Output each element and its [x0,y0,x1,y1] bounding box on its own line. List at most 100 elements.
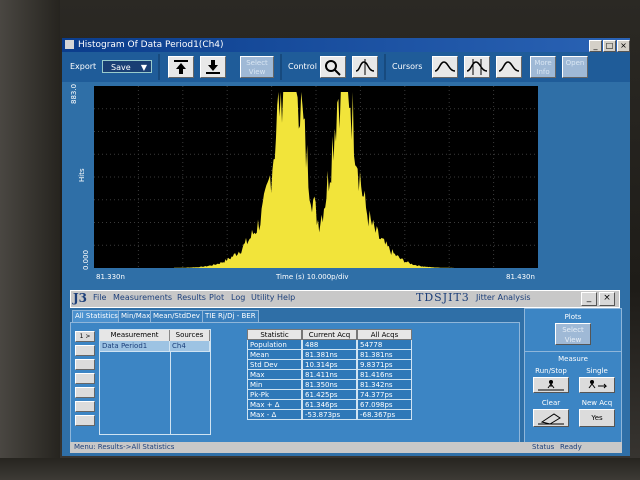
statistics-table: Statistic Current Acq All Acqs Populatio… [247,329,412,433]
cursor-waveform-button[interactable] [432,56,458,78]
run-icon [538,380,564,391]
row-select-button[interactable] [75,359,95,370]
results-panel: All Statistics Min/Max Mean/StdDev TIE R… [70,308,520,450]
close-button[interactable]: × [617,40,630,52]
panel-divider [525,351,621,352]
new-acq-button[interactable]: Yes [579,409,615,427]
control-label: Control [288,62,317,71]
menu-file[interactable]: File [93,293,106,302]
histogram-svg: 883.0 Hits 0.000 81.330n Time (s) 10.000… [70,84,538,281]
open-button[interactable]: Open [562,56,588,78]
all-acqs-cell: 67.098ps [357,400,412,410]
menu-utility[interactable]: Utility [251,293,275,302]
status-label: Status [532,443,555,451]
tab-tie-rjdj-ber[interactable]: TIE Rj/Dj - BER [202,310,259,322]
save-dropdown-label: Save [111,63,131,72]
arrow-down-icon [206,60,220,74]
save-dropdown[interactable]: Save ▼ [102,60,152,73]
toolbar-divider [158,54,160,80]
statistic-name-cell: Max - Δ [247,410,302,420]
tab-mean-stddev[interactable]: Mean/StdDev [150,310,203,322]
row-select-button[interactable] [75,401,95,412]
measurement-header: Measurement [100,330,170,341]
menu-help[interactable]: Help [277,293,295,302]
more-info-button[interactable]: More Info [530,56,556,78]
y-axis-label: Hits [78,168,86,182]
tab-all-statistics[interactable]: All Statistics [72,310,121,322]
menu-plot[interactable]: Plot [209,293,224,302]
current-acq-cell: -53.873ps [302,410,357,420]
y-max-label: 883.0 [70,84,78,104]
status-menu-path: Menu: Results->All Statistics [74,443,175,451]
export-down-button[interactable] [200,56,226,78]
cursor-vbars-button[interactable] [464,56,490,78]
run-stop-button[interactable] [533,377,569,393]
all-acqs-cell: 9.8371ps [357,360,412,370]
minimize-button[interactable]: _ [589,40,602,52]
tab-panel-all-statistics: 1 > Measurement Sources Data Period1 Ch4… [70,322,520,450]
eraser-icon [538,413,564,425]
current-acq-cell: 488 [302,340,357,350]
current-acq-cell: 10.314ps [302,360,357,370]
y-min-label: 0.000 [82,250,90,270]
export-up-button[interactable] [168,56,194,78]
magnifier-icon [325,60,341,76]
monitor-bezel-left [0,0,60,480]
clear-button[interactable] [533,409,569,427]
minimize-button[interactable]: _ [581,292,597,306]
single-button[interactable] [579,377,615,393]
waveform-button[interactable] [352,56,378,78]
select-view-button[interactable]: Select View [555,323,591,345]
menu-log[interactable]: Log [231,293,245,302]
cursors-label: Cursors [392,62,423,71]
menu-measurements[interactable]: Measurements [113,293,172,302]
toolbar-divider [384,54,386,80]
all-acqs-cell: 74.377ps [357,390,412,400]
current-acq-header: Current Acq [302,329,357,340]
measurement-table: Measurement Sources Data Period1 Ch4 [99,329,211,435]
tab-min-max[interactable]: Min/Max [118,310,154,322]
cursor-hbars-button[interactable] [496,56,522,78]
all-acqs-cell: 81.342ns [357,380,412,390]
run-stop-label: Run/Stop [535,367,567,375]
all-acqs-cell: 54778 [357,340,412,350]
app-subtitle: Jitter Analysis [476,293,531,302]
row-select-button[interactable] [75,373,95,384]
jitter-menubar: J3 File Measurements Results Plot Log Ut… [70,290,620,308]
statistic-header: Statistic [247,329,302,340]
j3-logo: J3 [73,291,88,305]
horizontal-cursor-icon [498,61,520,72]
statistic-name-cell: Std Dev [247,360,302,370]
zoom-button[interactable] [320,56,346,78]
row-select-button[interactable] [75,415,95,426]
current-acq-cell: 61.346ps [302,400,357,410]
statistic-name-cell: Min [247,380,302,390]
new-acq-label: New Acq [581,399,613,407]
select-view-button[interactable]: Select View [240,56,274,78]
monitor-bezel-bottom [0,458,640,480]
all-acqs-header: All Acqs [357,329,412,340]
measurement-cell[interactable]: Data Period1 [100,341,170,352]
x-axis-label: Time (s) 10.000p/div [275,273,349,281]
row-select-button[interactable] [75,345,95,356]
toolbar-divider [280,54,282,80]
current-acq-cell: 81.381ns [302,350,357,360]
current-acq-cell: 61.425ps [302,390,357,400]
close-button[interactable]: × [599,292,615,306]
row-select-button[interactable] [75,387,95,398]
window-titlebar: Histogram Of Data Period1(Ch4) _ □ × [62,38,630,52]
app-icon [65,40,74,49]
x-left-label: 81.330n [96,273,125,281]
all-acqs-cell: 81.416ns [357,370,412,380]
plots-label: Plots [564,313,582,321]
maximize-button[interactable]: □ [603,40,616,52]
column-divider [170,352,171,434]
status-value: Ready [560,443,582,451]
source-cell[interactable]: Ch4 [170,341,210,352]
all-acqs-cell: 81.381ns [357,350,412,360]
statistic-name-cell: Max + Δ [247,400,302,410]
window-title: Histogram Of Data Period1(Ch4) [78,40,224,50]
row-select-button[interactable]: 1 > [75,331,95,342]
menu-results[interactable]: Results [177,293,206,302]
control-panel: Plots Select View Measure Run/Stop Singl… [524,308,622,450]
